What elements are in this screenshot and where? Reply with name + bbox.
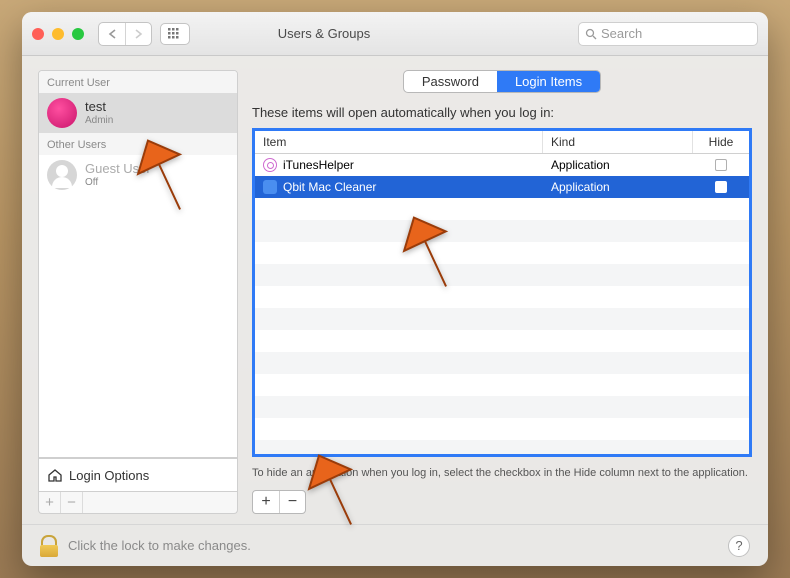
user-role: Off <box>85 177 151 188</box>
search-input[interactable]: Search <box>578 22 758 46</box>
login-options[interactable]: Login Options <box>38 458 238 492</box>
lock-text: Click the lock to make changes. <box>68 538 251 553</box>
itunes-icon <box>263 158 277 172</box>
search-icon <box>585 28 597 40</box>
sidebar-user-guest[interactable]: Guest User Off <box>39 155 237 195</box>
table-body: iTunesHelper Application Qbit Mac Cleane… <box>255 154 749 454</box>
hide-hint: To hide an application when you log in, … <box>252 466 752 481</box>
lock-icon[interactable] <box>40 535 58 557</box>
item-kind: Application <box>543 158 693 172</box>
sidebar-add-remove: + − <box>38 492 238 514</box>
col-item[interactable]: Item <box>255 131 543 153</box>
window-title: Users & Groups <box>70 26 578 41</box>
remove-item-button[interactable]: − <box>279 491 305 513</box>
current-user-header: Current User <box>39 71 237 93</box>
search-placeholder: Search <box>601 26 642 41</box>
sidebar: Current User test Admin Other Users Gues… <box>38 70 238 514</box>
user-name: Guest User <box>85 162 151 177</box>
user-list: Current User test Admin Other Users Gues… <box>38 70 238 458</box>
login-items-add-remove: + − <box>252 490 306 514</box>
add-user-button[interactable]: + <box>39 492 61 513</box>
other-users-header: Other Users <box>39 133 237 155</box>
user-name: test <box>85 100 113 115</box>
item-kind: Application <box>543 180 693 194</box>
preferences-window: Users & Groups Search Current User test … <box>22 12 768 566</box>
titlebar: Users & Groups Search <box>22 12 768 56</box>
home-icon <box>47 467 63 483</box>
hide-checkbox[interactable] <box>715 181 727 193</box>
sidebar-user-current[interactable]: test Admin <box>39 93 237 133</box>
close-button[interactable] <box>32 28 44 40</box>
login-items-table: Item Kind Hide iTunesHelper Application … <box>252 128 752 457</box>
tab-login-items[interactable]: Login Items <box>497 71 600 92</box>
col-kind[interactable]: Kind <box>543 131 693 153</box>
item-name: iTunesHelper <box>283 158 354 172</box>
login-options-label: Login Options <box>69 468 149 483</box>
add-item-button[interactable]: + <box>253 491 279 513</box>
avatar <box>47 98 77 128</box>
tab-bar: Password Login Items <box>252 70 752 93</box>
app-icon <box>263 180 277 194</box>
table-header: Item Kind Hide <box>255 131 749 154</box>
user-role: Admin <box>85 115 113 126</box>
footer: Click the lock to make changes. ? <box>22 524 768 566</box>
tab-password[interactable]: Password <box>404 71 497 92</box>
help-button[interactable]: ? <box>728 535 750 557</box>
table-row[interactable]: iTunesHelper Application <box>255 154 749 176</box>
col-hide[interactable]: Hide <box>693 131 749 153</box>
hide-checkbox[interactable] <box>715 159 727 171</box>
login-items-intro: These items will open automatically when… <box>252 105 752 120</box>
remove-user-button[interactable]: − <box>61 492 83 513</box>
minimize-button[interactable] <box>52 28 64 40</box>
item-name: Qbit Mac Cleaner <box>283 180 376 194</box>
table-row[interactable]: Qbit Mac Cleaner Application <box>255 176 749 198</box>
main-panel: Password Login Items These items will op… <box>252 70 752 514</box>
avatar <box>47 160 77 190</box>
